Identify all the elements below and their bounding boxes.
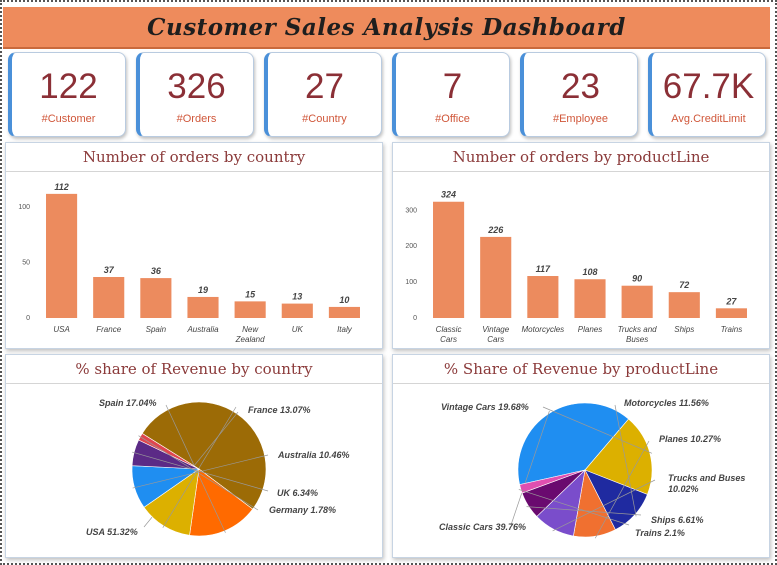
revenue-by-country-pie: USA 51.32% Spain 17.04% France 13.07% Austr… — [86, 398, 350, 537]
slice-label: Australia 10.46% — [277, 450, 350, 460]
y-tick-label: 200 — [405, 243, 417, 250]
bar-classic-cars — [433, 201, 465, 318]
kpi-card-country: 27 #Country — [264, 52, 382, 137]
bar-vintage-cars — [480, 236, 512, 318]
orders-by-productline-panel: Number of orders by productLine 0 100 200 3… — [392, 142, 770, 349]
data-label: 226 — [487, 225, 504, 235]
data-label: 72 — [679, 280, 689, 290]
kpi-label: #Customer — [41, 113, 96, 125]
data-label: 36 — [151, 266, 162, 276]
x-tick-label: New Zealand — [235, 325, 265, 344]
orders-by-country-chart: 0 50 100 112 USA 37 France 36 Spain 19 Australia 15… — [18, 182, 360, 344]
slice-label: Motorcycles 11.56% — [624, 398, 709, 408]
x-tick-label: Classic Cars — [436, 325, 462, 344]
bar-usa — [46, 193, 78, 318]
y-tick-label: 100 — [18, 204, 30, 211]
y-tick-label: 100 — [405, 279, 417, 286]
revenue-by-country-panel: % share of Revenue by country USA 51.32%… — [5, 354, 383, 558]
y-tick-label: 0 — [413, 315, 417, 322]
x-tick-label: France — [96, 325, 121, 334]
slice-label: USA 51.32% — [86, 527, 138, 537]
data-label: 37 — [104, 265, 115, 275]
bar-ships — [668, 292, 700, 318]
kpi-card-customer: 122 #Customer — [8, 52, 126, 137]
data-label: 117 — [536, 264, 551, 274]
bar-motorcycles — [527, 276, 559, 318]
bar-trains — [715, 308, 747, 318]
data-label: 10 — [339, 295, 349, 305]
bar-australia — [187, 296, 219, 318]
kpi-value: 67.7K — [662, 67, 755, 106]
revenue-by-productline-panel: % Share of Revenue by productLine Classi… — [392, 354, 770, 558]
kpi-label: #Country — [302, 113, 347, 125]
bar-italy — [328, 306, 360, 318]
x-tick-label: Trains — [721, 325, 743, 334]
slice-label: France 13.07% — [248, 405, 311, 415]
y-tick-label: 0 — [26, 315, 30, 322]
x-tick-label: Ships — [674, 325, 694, 334]
bar-planes — [574, 279, 606, 318]
slice-label: Trains 2.1% — [635, 528, 685, 538]
data-label: 90 — [632, 274, 642, 284]
data-label: 19 — [198, 285, 208, 295]
slice-label: Germany 1.78% — [269, 505, 336, 515]
bar-uk — [281, 303, 313, 318]
y-tick-label: 50 — [22, 260, 30, 267]
x-tick-label: Australia — [186, 325, 219, 334]
bar-new-zealand — [234, 301, 266, 318]
kpi-value: 27 — [305, 67, 344, 106]
x-tick-label: Vintage Cars — [482, 325, 510, 344]
data-label: 27 — [725, 296, 737, 306]
x-tick-label: Planes — [578, 325, 602, 334]
data-label: 15 — [245, 289, 256, 299]
slice-label: Trucks and Buses 10.02% — [668, 473, 745, 494]
revenue-by-productline-pie: Classic Cars 39.76% Vintage Cars 19.68% Mo… — [439, 398, 745, 539]
x-tick-label: Trucks and Buses — [618, 325, 658, 344]
slice-label: Ships 6.61% — [651, 515, 704, 525]
kpi-card-employee: 23 #Employee — [520, 52, 638, 137]
kpi-card-office: 7 #Office — [392, 52, 510, 137]
kpi-value: 7 — [442, 67, 463, 106]
kpi-label: #Employee — [552, 113, 609, 125]
slice-label: Classic Cars 39.76% — [439, 522, 526, 532]
slice-label: Spain 17.04% — [99, 398, 157, 408]
x-tick-label: USA — [53, 325, 69, 334]
orders-by-productline-chart: 0 100 200 300 324 Classic Cars 226 Vintage Cars 11… — [405, 190, 747, 344]
bar-spain — [140, 278, 172, 318]
kpi-value: 122 — [39, 67, 98, 106]
bar-france — [93, 276, 125, 318]
title-banner: Customer Sales Analysis Dashboard — [3, 7, 770, 49]
data-label: 324 — [441, 190, 456, 200]
x-tick-label: UK — [292, 325, 304, 334]
data-label: 112 — [54, 182, 68, 192]
kpi-label: Avg.CreditLimit — [671, 113, 746, 125]
y-tick-label: 300 — [405, 207, 417, 214]
x-tick-label: Motorcycles — [522, 325, 565, 334]
kpi-value: 326 — [167, 67, 226, 106]
x-tick-label: Spain — [146, 325, 167, 334]
slice-label: Vintage Cars 19.68% — [441, 402, 529, 412]
orders-by-country-panel: Number of orders by country 0 50 100 112 USA… — [5, 142, 383, 349]
kpi-value: 23 — [561, 67, 600, 106]
kpi-card-orders: 326 #Orders — [136, 52, 254, 137]
slice-label: UK 6.34% — [277, 488, 318, 498]
kpi-label: #Orders — [176, 113, 217, 125]
data-label: 108 — [582, 267, 597, 277]
x-tick-label: Italy — [337, 325, 353, 334]
data-label: 13 — [292, 292, 302, 302]
kpi-card-credit-limit: 67.7K Avg.CreditLimit — [648, 52, 766, 137]
kpi-label: #Office — [435, 113, 470, 125]
dashboard-title: Customer Sales Analysis Dashboard — [147, 13, 626, 41]
bar-trucks-and-buses — [621, 285, 653, 318]
slice-label: Planes 10.27% — [659, 434, 721, 444]
